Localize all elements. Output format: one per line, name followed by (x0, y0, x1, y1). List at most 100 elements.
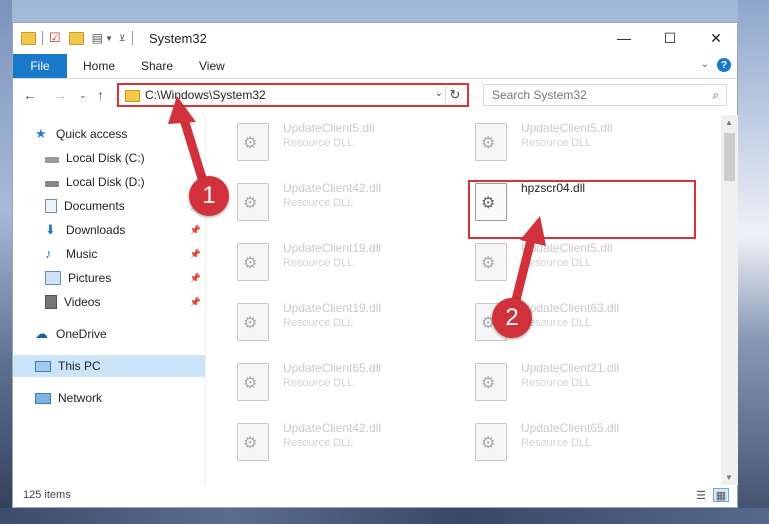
desktop-background-bottom (0, 508, 769, 524)
file-item[interactable]: ⚙ UpdateClient42.dll Resource DLL (231, 417, 451, 463)
new-folder-icon[interactable] (68, 31, 84, 45)
file-name: UpdateClient5.dll (283, 121, 375, 135)
sidebar-item-downloads[interactable]: ⬇ Downloads 📌 (13, 219, 205, 241)
sidebar-item-onedrive[interactable]: ☁ OneDrive (13, 323, 205, 345)
up-icon[interactable]: ↑ (97, 87, 104, 103)
search-icon[interactable]: ⌕ (712, 88, 719, 103)
search-input[interactable]: Search System32 ⌕ (483, 84, 727, 106)
sidebar-item-label: OneDrive (56, 327, 107, 341)
sidebar-item-label: Music (66, 247, 98, 261)
properties-icon[interactable]: ☑ (49, 30, 61, 46)
gear-icon: ⚙ (243, 195, 258, 212)
pin-icon[interactable]: 📌 (190, 225, 201, 236)
file-item[interactable]: ⚙ UpdateClient19.dll Resource DLL (231, 237, 451, 283)
close-button[interactable]: ✕ (693, 23, 739, 53)
pin-icon[interactable]: 📌 (190, 273, 201, 284)
sidebar-item-quick-access[interactable]: ★ Quick access (13, 123, 205, 145)
pictures-icon (45, 271, 61, 285)
file-name: UpdateClient19.dll (283, 301, 382, 315)
scroll-up-icon[interactable]: ▲ (725, 118, 733, 127)
file-item[interactable]: ⚙ UpdateClient21.dll Resource DLL (469, 357, 689, 403)
chevron-down-icon[interactable]: ▼ (105, 34, 113, 43)
address-path[interactable]: C:\Windows\System32 (145, 88, 266, 102)
step-1-badge: 1 (189, 176, 229, 216)
file-item[interactable]: ⚙ UpdateClient5.dll Resource DLL (469, 237, 689, 283)
sidebar-item-music[interactable]: ♪ Music 📌 (13, 243, 205, 265)
gear-icon: ⚙ (243, 135, 258, 152)
desktop-background-right (738, 0, 769, 524)
pin-icon[interactable]: 📌 (190, 249, 201, 260)
tab-share[interactable]: Share (141, 54, 173, 78)
sidebar-item-local-disk-d[interactable]: Local Disk (D:) (13, 171, 205, 193)
gear-icon: ⚙ (243, 435, 258, 452)
file-item[interactable]: ⚙ UpdateClient65.dll Resource DLL (231, 357, 451, 403)
sidebar-item-label: Pictures (68, 271, 112, 285)
file-item[interactable]: ⚙ UpdateClient65.dll Resource DLL (469, 417, 689, 463)
file-type: Resource DLL (283, 137, 354, 149)
sidebar-item-this-pc[interactable]: This PC (13, 355, 205, 377)
file-item[interactable]: ⚙ UpdateClient5.dll Resource DLL (469, 117, 689, 163)
cloud-icon: ☁ (35, 326, 48, 341)
dll-file-icon: ⚙ (237, 123, 269, 161)
file-item[interactable]: ⚙ UpdateClient5.dll Resource DLL (231, 117, 451, 163)
tab-view[interactable]: View (199, 54, 225, 78)
file-item[interactable]: ⚙ UpdateClient19.dll Resource DLL (231, 297, 451, 343)
dll-file-icon: ⚙ (237, 363, 269, 401)
toolbar-separator (131, 31, 133, 45)
step-2-badge: 2 (492, 298, 532, 338)
refresh-icon[interactable]: ↻ (445, 86, 464, 104)
recent-locations-icon[interactable]: ⌄ (79, 90, 87, 101)
gear-icon: ⚙ (243, 255, 258, 272)
dll-file-icon: ⚙ (475, 363, 507, 401)
tab-file[interactable]: File (13, 54, 67, 78)
scrollbar-thumb[interactable] (724, 133, 735, 181)
title-bar: ☑ ▤ ▼ ⊻ System32 — ☐ ✕ (13, 23, 737, 53)
expand-ribbon-icon[interactable]: ⌄ (701, 59, 709, 70)
large-icons-view-icon[interactable]: ▦ (713, 488, 729, 502)
quick-access-toolbar: ☑ ▤ ▼ ⊻ (21, 30, 139, 46)
sidebar-item-videos[interactable]: Videos 📌 (13, 291, 205, 313)
desktop-background-left (0, 0, 12, 524)
gear-icon: ⚙ (481, 135, 496, 152)
file-list: ⚙ UpdateClient5.dll Resource DLL ⚙ Updat… (221, 115, 721, 485)
star-icon: ★ (35, 126, 47, 141)
sidebar-item-documents[interactable]: Documents 📌 (13, 195, 205, 217)
download-icon: ⬇ (45, 222, 56, 237)
file-type: Resource DLL (283, 437, 354, 449)
file-name: UpdateClient65.dll (283, 361, 382, 375)
customize-toolbar-icon[interactable]: ⊻ (119, 33, 126, 44)
sidebar-item-label: Videos (64, 295, 101, 309)
sidebar-item-local-disk-c[interactable]: Local Disk (C:) (13, 147, 205, 169)
address-bar[interactable]: C:\Windows\System32 ⌄ ↻ (117, 83, 469, 107)
file-name: UpdateClient42.dll (283, 181, 382, 195)
maximize-button[interactable]: ☐ (647, 23, 693, 53)
help-icon[interactable]: ? (717, 58, 731, 72)
chevron-down-icon[interactable]: ⌄ (435, 88, 443, 99)
sidebar-item-network[interactable]: Network (13, 387, 205, 409)
dll-file-icon: ⚙ (237, 183, 269, 221)
view-options-icon[interactable]: ▤ (92, 31, 103, 45)
gear-icon: ⚙ (243, 315, 258, 332)
tab-home[interactable]: Home (83, 54, 115, 78)
pane-divider (205, 115, 206, 485)
vertical-scrollbar[interactable]: ▲ ▼ (721, 115, 738, 485)
sidebar-item-pictures[interactable]: Pictures 📌 (13, 267, 205, 289)
forward-icon[interactable]: → (53, 87, 67, 103)
computer-icon (35, 360, 51, 372)
window-title: System32 (149, 31, 207, 46)
dll-file-icon: ⚙ (237, 243, 269, 281)
file-type: Resource DLL (521, 137, 592, 149)
pin-icon[interactable]: 📌 (190, 297, 201, 308)
file-item[interactable]: ⚙ UpdateClient42.dll Resource DLL (231, 177, 451, 223)
dll-file-icon: ⚙ (475, 423, 507, 461)
gear-icon: ⚙ (243, 375, 258, 392)
scroll-down-icon[interactable]: ▼ (725, 473, 733, 482)
gear-icon: ⚙ (481, 255, 496, 272)
minimize-button[interactable]: — (601, 23, 647, 53)
details-view-icon[interactable]: ☰ (693, 488, 709, 502)
search-placeholder: Search System32 (492, 88, 587, 102)
gear-icon: ⚙ (481, 435, 496, 452)
file-name: UpdateClient65.dll (521, 421, 620, 435)
dll-file-icon: ⚙ (475, 123, 507, 161)
back-icon[interactable]: ← (23, 87, 37, 103)
